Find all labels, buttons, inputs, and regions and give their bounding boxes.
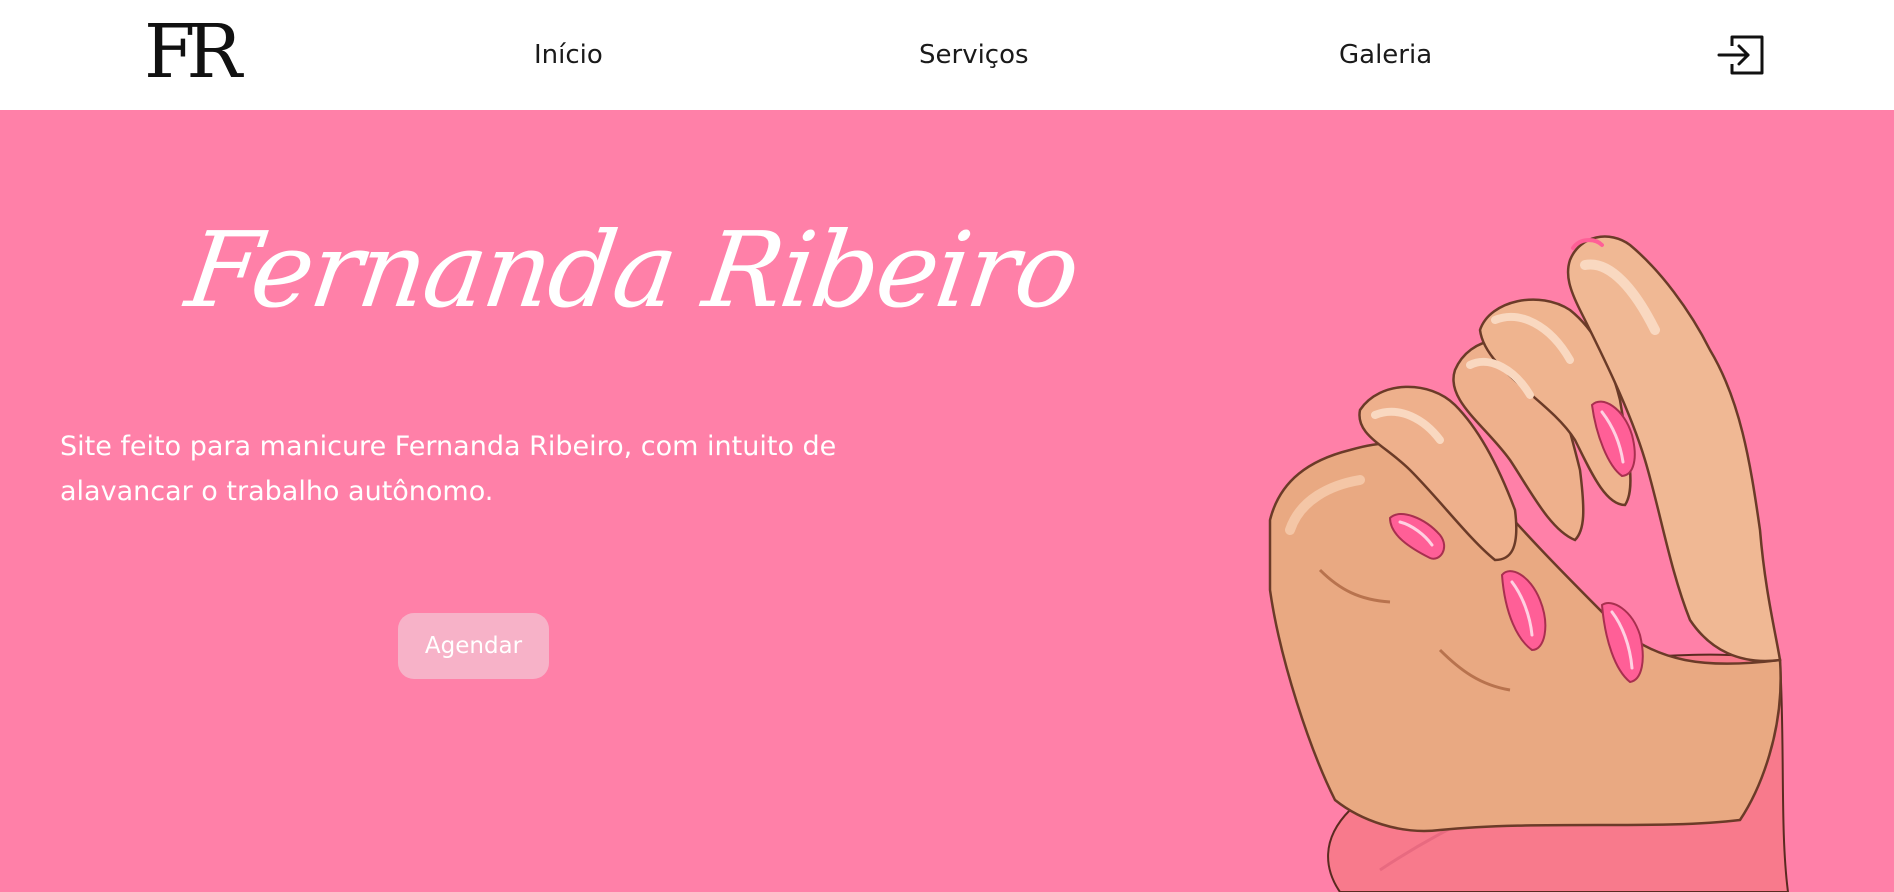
login-button[interactable]: [1716, 32, 1766, 78]
logo[interactable]: FR: [144, 12, 242, 92]
hero-title: Fernanda Ribeiro: [179, 209, 1086, 331]
page: FR Início Serviços Galeria Fernanda Ribe…: [0, 0, 1894, 892]
nav-link-servicos[interactable]: Serviços: [919, 37, 1029, 73]
hand-illustration: [1240, 230, 1800, 892]
hero-description: Site feito para manicure Fernanda Ribeir…: [60, 431, 837, 507]
nav-link-inicio[interactable]: Início: [534, 37, 603, 73]
hand-illustration-svg: [1268, 235, 1790, 892]
agendar-button[interactable]: Agendar: [398, 613, 549, 679]
login-icon: [1717, 35, 1764, 75]
nav-link-galeria[interactable]: Galeria: [1339, 37, 1432, 73]
site-header: FR Início Serviços Galeria: [0, 0, 1894, 110]
